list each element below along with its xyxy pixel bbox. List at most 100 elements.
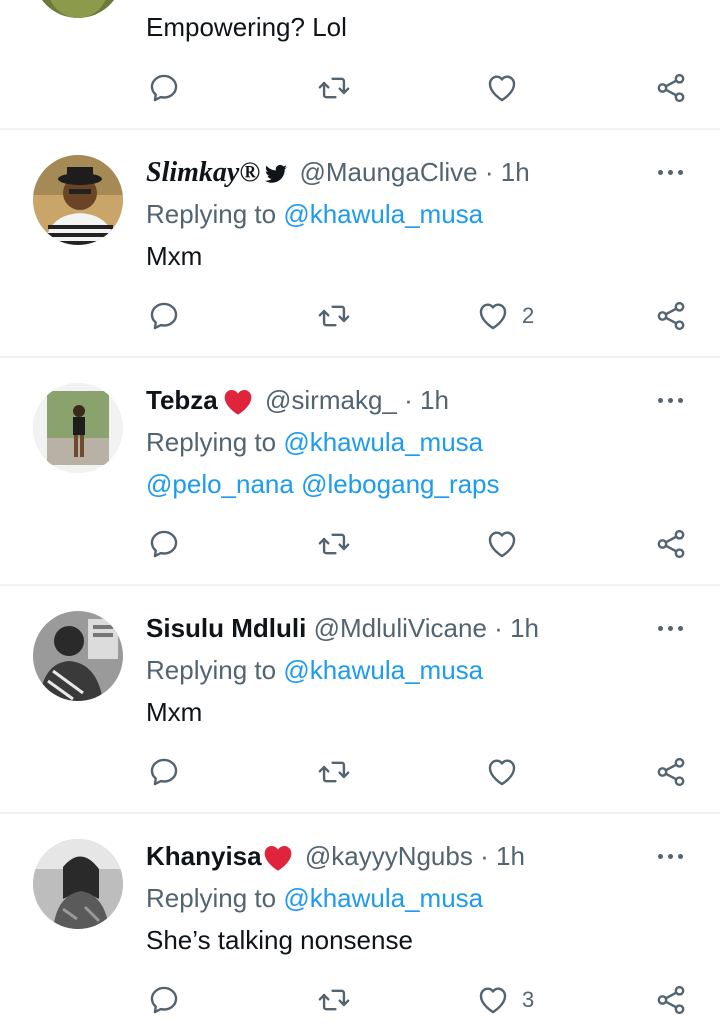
display-name[interactable]: Tebza [146, 385, 218, 415]
tweet-4[interactable]: Khanyisa @kayyyNgubs · 1h Replying to @k… [0, 839, 720, 1032]
retweet-icon [317, 71, 351, 105]
divider [0, 128, 720, 130]
more-button[interactable] [658, 155, 688, 189]
red-heart-icon [222, 386, 254, 418]
tweet-text: @pelo_nana @lebogang_raps [146, 467, 500, 501]
tweet-header: Slimkay® @MaungaClive · 1h [146, 155, 530, 189]
share-button[interactable] [654, 980, 688, 1020]
mention-link[interactable]: @pelo_nana [146, 469, 294, 499]
timestamp[interactable]: 1h [510, 613, 539, 643]
display-name[interactable]: Khanyisa [146, 841, 262, 871]
reply-icon [147, 71, 181, 105]
more-icon [658, 626, 663, 631]
reply-button[interactable] [147, 980, 181, 1020]
replying-to-label: Replying to [146, 655, 277, 685]
reply-mention-link[interactable]: @khawula_musa [283, 199, 483, 229]
avatar[interactable] [33, 155, 123, 245]
reply-button[interactable] [147, 752, 181, 792]
avatar[interactable] [33, 839, 123, 929]
timestamp[interactable]: 1h [496, 841, 525, 871]
separator-dot: · [494, 613, 503, 643]
retweet-button[interactable] [317, 296, 351, 336]
reply-icon [147, 983, 181, 1017]
more-icon-dot [668, 854, 673, 859]
like-button[interactable] [485, 752, 531, 792]
heart-icon [476, 299, 510, 333]
handle[interactable]: @MdluliVicane [314, 613, 487, 643]
more-icon-dot [668, 398, 673, 403]
like-button[interactable] [485, 524, 531, 564]
retweet-button[interactable] [317, 524, 351, 564]
reply-button[interactable] [147, 296, 181, 336]
tweet-3[interactable]: Sisulu Mdluli @MdluliVicane · 1h Replyin… [0, 611, 720, 811]
reply-button[interactable] [147, 524, 181, 564]
more-icon-dot [678, 170, 683, 175]
like-button[interactable]: 3 [476, 980, 534, 1020]
share-button[interactable] [654, 68, 688, 108]
share-icon [654, 755, 688, 789]
more-button[interactable] [658, 839, 688, 873]
tweet-0[interactable]: Empowering? Lol [0, 0, 720, 128]
like-button[interactable]: 2 [476, 296, 534, 336]
timestamp[interactable]: 1h [420, 385, 449, 415]
tweet-header: Tebza @sirmakg_ · 1h [146, 383, 449, 417]
more-icon [658, 170, 663, 175]
handle[interactable]: @sirmakg_ [265, 385, 397, 415]
replying-to-label: Replying to [146, 199, 277, 229]
tweet-2[interactable]: Tebza @sirmakg_ · 1h Replying to @khawul… [0, 383, 720, 583]
more-icon [658, 398, 663, 403]
avatar[interactable] [33, 383, 123, 473]
mention-link[interactable]: @lebogang_raps [301, 469, 499, 499]
reply-icon [147, 299, 181, 333]
heart-icon [476, 983, 510, 1017]
share-button[interactable] [654, 524, 688, 564]
action-bar [0, 68, 720, 108]
reply-mention-link[interactable]: @khawula_musa [283, 655, 483, 685]
like-button[interactable] [485, 68, 531, 108]
timestamp[interactable]: 1h [501, 157, 530, 187]
action-bar: 2 [0, 296, 720, 336]
share-icon [654, 983, 688, 1017]
display-name[interactable]: Slimkay® [146, 157, 260, 188]
tweet-1[interactable]: Slimkay® @MaungaClive · 1h Replying to @… [0, 155, 720, 355]
retweet-button[interactable] [317, 980, 351, 1020]
more-icon-dot [668, 626, 673, 631]
replying-to-label: Replying to [146, 883, 277, 913]
reply-icon [147, 755, 181, 789]
retweet-icon [317, 527, 351, 561]
reply-mention-link[interactable]: @khawula_musa [283, 883, 483, 913]
display-name[interactable]: Sisulu Mdluli [146, 613, 306, 643]
retweet-icon [317, 755, 351, 789]
action-bar: 3 [0, 980, 720, 1020]
divider [0, 812, 720, 814]
avatar[interactable] [33, 611, 123, 701]
like-count: 3 [522, 987, 535, 1012]
share-icon [654, 71, 688, 105]
more-icon-dot [678, 854, 683, 859]
retweet-button[interactable] [317, 68, 351, 108]
more-button[interactable] [658, 611, 688, 645]
like-count: 2 [522, 303, 535, 328]
separator-dot: · [480, 841, 489, 871]
heart-icon [485, 71, 519, 105]
replying-to: Replying to @khawula_musa [146, 653, 483, 687]
replying-to: Replying to @khawula_musa [146, 881, 483, 915]
more-icon-dot [678, 626, 683, 631]
divider [0, 584, 720, 586]
reply-icon [147, 527, 181, 561]
tweet-text: She’s talking nonsense [146, 925, 413, 955]
tweet-text: Empowering? Lol [146, 12, 347, 42]
share-icon [654, 299, 688, 333]
handle[interactable]: @kayyyNgubs [305, 841, 473, 871]
share-button[interactable] [654, 752, 688, 792]
reply-button[interactable] [147, 68, 181, 108]
more-icon-dot [678, 398, 683, 403]
more-button[interactable] [658, 383, 688, 417]
avatar[interactable] [33, 0, 123, 18]
divider [0, 356, 720, 358]
tweet-text: Mxm [146, 241, 203, 271]
retweet-button[interactable] [317, 752, 351, 792]
handle[interactable]: @MaungaClive [300, 157, 478, 187]
reply-mention-link[interactable]: @khawula_musa [283, 427, 483, 457]
share-button[interactable] [654, 296, 688, 336]
